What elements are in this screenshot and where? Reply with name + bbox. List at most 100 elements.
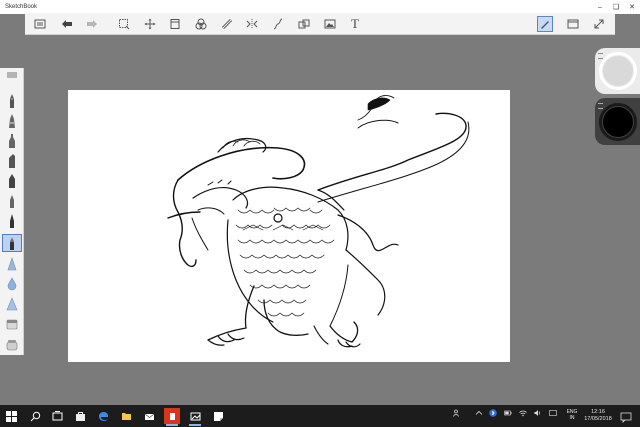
windows-logo-icon bbox=[5, 410, 17, 422]
start-button[interactable] bbox=[3, 408, 19, 424]
bluetooth-icon bbox=[489, 409, 497, 417]
file-explorer-app[interactable] bbox=[118, 408, 134, 424]
add-image-icon bbox=[324, 19, 336, 29]
puck-grip bbox=[598, 53, 603, 59]
marker-icon bbox=[9, 154, 15, 168]
brush-fine-liner[interactable] bbox=[2, 212, 22, 230]
fine-liner-icon bbox=[10, 214, 14, 228]
top-toolbar: T bbox=[25, 13, 615, 35]
wifi-icon bbox=[519, 410, 527, 417]
photos-icon bbox=[190, 412, 200, 420]
text-button[interactable]: T bbox=[347, 16, 363, 32]
undo-icon bbox=[62, 20, 72, 28]
notifications-button[interactable] bbox=[620, 410, 632, 423]
redo-icon bbox=[87, 20, 97, 28]
color-puck-light[interactable] bbox=[595, 48, 640, 94]
redo-button[interactable] bbox=[84, 16, 100, 32]
curve-icon bbox=[273, 18, 283, 30]
text-icon: T bbox=[351, 16, 359, 31]
crop-button[interactable] bbox=[167, 16, 183, 32]
task-view-button[interactable] bbox=[49, 408, 65, 424]
add-image-button[interactable] bbox=[322, 16, 338, 32]
brush-technical-pen[interactable] bbox=[2, 132, 22, 150]
taskbar: ENG IN 12:16 17/05/2018 bbox=[0, 405, 640, 427]
layout-button[interactable] bbox=[565, 16, 581, 32]
drop-icon bbox=[7, 277, 17, 291]
clock[interactable]: 12:16 17/05/2018 bbox=[583, 409, 613, 423]
symmetry-button[interactable] bbox=[244, 16, 260, 32]
color-puck-dark[interactable] bbox=[595, 98, 640, 145]
symmetry-icon bbox=[246, 19, 258, 29]
minimize-button[interactable]: – bbox=[592, 0, 608, 14]
brush-soft-eraser[interactable] bbox=[2, 275, 22, 293]
brush-airbrush[interactable] bbox=[2, 255, 22, 273]
brush-hard-eraser[interactable] bbox=[2, 295, 22, 313]
task-view-icon bbox=[52, 410, 62, 420]
brush-marker[interactable] bbox=[2, 152, 22, 170]
input-language[interactable]: ENG IN bbox=[564, 409, 580, 421]
search-button[interactable] bbox=[27, 408, 43, 424]
blend-icon bbox=[6, 340, 18, 351]
search-icon bbox=[30, 411, 40, 421]
brush-inking-pen[interactable] bbox=[2, 234, 22, 252]
clock-date: 17/05/2018 bbox=[584, 416, 612, 422]
color-ring bbox=[598, 102, 637, 141]
region-code: IN bbox=[569, 415, 575, 421]
restore-button[interactable]: ❑ bbox=[608, 0, 624, 14]
photos-app[interactable] bbox=[187, 408, 203, 426]
triangle-brush-icon bbox=[6, 297, 18, 311]
drawing-canvas[interactable] bbox=[68, 90, 510, 362]
restore-icon: ❑ bbox=[612, 4, 620, 11]
action-center-tray-button[interactable] bbox=[548, 409, 558, 417]
layers-icon bbox=[298, 19, 310, 29]
ruler-button[interactable] bbox=[219, 16, 235, 32]
crop-icon bbox=[170, 19, 180, 29]
pencil-icon bbox=[10, 94, 14, 108]
brush-felt-pen[interactable] bbox=[2, 192, 22, 210]
edge-app[interactable] bbox=[95, 408, 111, 424]
edge-icon bbox=[98, 411, 108, 421]
close-button[interactable]: ✕ bbox=[624, 0, 640, 14]
message-icon bbox=[549, 410, 557, 416]
brush-blend[interactable] bbox=[2, 335, 22, 353]
app-title: SketchBook bbox=[5, 4, 38, 10]
sticky-notes-app[interactable] bbox=[210, 408, 226, 424]
brush-toggle-button[interactable] bbox=[537, 16, 553, 32]
mail-app[interactable] bbox=[141, 408, 157, 424]
lagoon-icon bbox=[34, 19, 46, 29]
light-color-swatch bbox=[602, 56, 633, 86]
office-icon bbox=[169, 412, 175, 420]
transform-button[interactable] bbox=[142, 16, 158, 32]
folder-icon bbox=[121, 412, 131, 420]
hamburger-icon bbox=[7, 72, 17, 78]
color-editor-button[interactable] bbox=[193, 16, 209, 32]
undo-button[interactable] bbox=[59, 16, 75, 32]
volume-icon bbox=[534, 410, 541, 416]
brush-smear[interactable] bbox=[2, 315, 22, 333]
curve-button[interactable] bbox=[270, 16, 286, 32]
ballpoint-pen-icon bbox=[9, 114, 15, 128]
brush-chisel-marker[interactable] bbox=[2, 172, 22, 190]
brush-pencil[interactable] bbox=[2, 92, 22, 110]
select-button[interactable] bbox=[116, 16, 132, 32]
airbrush-icon bbox=[7, 257, 17, 271]
felt-pen-icon bbox=[10, 195, 14, 208]
network-button[interactable] bbox=[518, 409, 528, 417]
creature-sketch bbox=[167, 95, 470, 348]
fullscreen-button[interactable] bbox=[591, 16, 607, 32]
battery-button[interactable] bbox=[503, 409, 513, 417]
color-editor-icon bbox=[195, 18, 207, 30]
layers-button[interactable] bbox=[296, 16, 312, 32]
notifications-icon bbox=[620, 412, 632, 423]
palette-menu-handle[interactable] bbox=[2, 70, 22, 80]
bluetooth-button[interactable] bbox=[488, 409, 498, 417]
store-app[interactable] bbox=[72, 408, 88, 424]
brush-ballpoint-pen[interactable] bbox=[2, 112, 22, 130]
lagoon-button[interactable] bbox=[32, 16, 48, 32]
people-button[interactable] bbox=[452, 409, 462, 417]
volume-button[interactable] bbox=[533, 409, 543, 417]
store-icon bbox=[75, 411, 85, 421]
minimize-icon: – bbox=[598, 3, 602, 11]
office-app[interactable] bbox=[164, 408, 180, 426]
show-hidden-icons-button[interactable] bbox=[474, 409, 484, 417]
